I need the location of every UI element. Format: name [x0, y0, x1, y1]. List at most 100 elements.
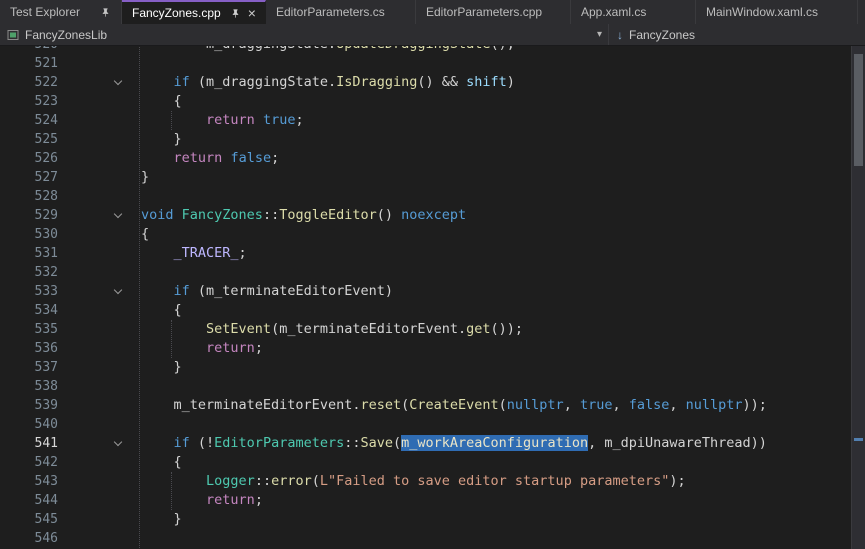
code-token: ; — [295, 112, 303, 128]
code-token: :: — [344, 435, 360, 451]
code-line-520[interactable]: 520 m_draggingState.UpdateDraggingState(… — [0, 46, 851, 54]
fold-chevron-icon[interactable] — [114, 210, 122, 218]
selected-token: m_workAreaConfiguration — [401, 435, 588, 451]
code-text: if (m_terminateEditorEvent) — [141, 282, 851, 301]
project-dropdown-label: FancyZonesLib — [25, 28, 107, 42]
fold-column[interactable] — [58, 434, 141, 453]
fold-column[interactable] — [58, 73, 141, 92]
line-number: 536 — [0, 339, 58, 358]
code-token: ( — [271, 321, 279, 337]
line-number: 545 — [0, 510, 58, 529]
code-line-545[interactable]: 545 } — [0, 510, 851, 529]
code-token: { — [141, 93, 182, 109]
fold-column — [58, 92, 141, 111]
fold-chevron-icon[interactable] — [114, 77, 122, 85]
code-line-539[interactable]: 539 m_terminateEditorEvent.reset(CreateE… — [0, 396, 851, 415]
code-token: if — [174, 283, 190, 299]
close-icon[interactable]: × — [248, 7, 256, 19]
tab-mainwindow-xaml-cs[interactable]: MainWindow.xaml.cs — [696, 0, 858, 24]
code-line-531[interactable]: 531 _TRACER_; — [0, 244, 851, 263]
code-line-537[interactable]: 537 } — [0, 358, 851, 377]
code-token: :: — [263, 207, 279, 223]
code-line-524[interactable]: 524 return true; — [0, 111, 851, 130]
code-line-533[interactable]: 533 if (m_terminateEditorEvent) — [0, 282, 851, 301]
line-number: 537 — [0, 358, 58, 377]
code-text — [141, 54, 851, 73]
tab-app-xaml-cs[interactable]: App.xaml.cs — [571, 0, 696, 24]
code-token — [141, 112, 206, 128]
code-editor[interactable]: 520 m_draggingState.UpdateDraggingState(… — [0, 46, 851, 549]
code-token: , — [612, 397, 628, 413]
code-token — [141, 435, 174, 451]
code-line-528[interactable]: 528 — [0, 187, 851, 206]
line-number: 543 — [0, 472, 58, 491]
code-line-543[interactable]: 543 Logger::error(L"Failed to save edito… — [0, 472, 851, 491]
code-text: return; — [141, 339, 851, 358]
code-token: if — [174, 435, 190, 451]
code-text: } — [141, 358, 851, 377]
tab-editorparameters-cpp[interactable]: EditorParameters.cpp — [416, 0, 571, 24]
code-line-522[interactable]: 522 if (m_draggingState.IsDragging() && … — [0, 73, 851, 92]
fold-column — [58, 472, 141, 491]
tab-label: MainWindow.xaml.cs — [706, 5, 818, 19]
line-number: 538 — [0, 377, 58, 396]
code-line-546[interactable]: 546 — [0, 529, 851, 548]
code-token: ( — [499, 397, 507, 413]
code-token — [141, 473, 206, 489]
code-line-529[interactable]: 529void FancyZones::ToggleEditor() noexc… — [0, 206, 851, 225]
fold-column — [58, 130, 141, 149]
code-line-541[interactable]: 541 if (!EditorParameters::Save(m_workAr… — [0, 434, 851, 453]
code-token: )); — [743, 397, 767, 413]
scope-dropdown[interactable]: ↓ FancyZones — [609, 24, 865, 45]
vertical-scrollbar[interactable] — [851, 46, 865, 549]
scope-dropdown-label: FancyZones — [629, 28, 695, 42]
code-text: void FancyZones::ToggleEditor() noexcept — [141, 206, 851, 225]
code-line-523[interactable]: 523 { — [0, 92, 851, 111]
code-line-530[interactable]: 530{ — [0, 225, 851, 244]
code-token: L"Failed to save editor startup paramete… — [320, 473, 670, 489]
pin-icon[interactable] — [230, 8, 241, 19]
code-text: m_terminateEditorEvent.reset(CreateEvent… — [141, 396, 851, 415]
code-token: get — [466, 321, 490, 337]
code-line-525[interactable]: 525 } — [0, 130, 851, 149]
fold-chevron-icon[interactable] — [114, 286, 122, 294]
code-text: if (m_draggingState.IsDragging() && shif… — [141, 73, 851, 92]
fold-chevron-icon[interactable] — [114, 438, 122, 446]
code-token: ; — [239, 245, 247, 261]
tab-test-explorer[interactable]: Test Explorer — [0, 0, 122, 24]
code-line-540[interactable]: 540 — [0, 415, 851, 434]
code-line-534[interactable]: 534 { — [0, 301, 851, 320]
code-line-542[interactable]: 542 { — [0, 453, 851, 472]
code-token: } — [141, 511, 182, 527]
line-number: 546 — [0, 529, 58, 548]
line-number: 520 — [0, 46, 58, 54]
code-token: return — [206, 340, 255, 356]
fold-column — [58, 320, 141, 339]
fold-column — [58, 510, 141, 529]
pin-icon[interactable] — [100, 7, 111, 18]
code-line-536[interactable]: 536 return; — [0, 339, 851, 358]
project-dropdown[interactable]: FancyZonesLib ▾ — [0, 24, 608, 45]
code-line-526[interactable]: 526 return false; — [0, 149, 851, 168]
code-line-538[interactable]: 538 — [0, 377, 851, 396]
scrollbar-thumb[interactable] — [854, 54, 863, 166]
code-line-527[interactable]: 527} — [0, 168, 851, 187]
code-text — [141, 415, 851, 434]
code-token: { — [141, 454, 182, 470]
line-number: 522 — [0, 73, 58, 92]
code-line-521[interactable]: 521 — [0, 54, 851, 73]
code-token — [141, 283, 174, 299]
tab-fancyzones-cpp[interactable]: FancyZones.cpp × — [122, 0, 266, 24]
code-line-532[interactable]: 532 — [0, 263, 851, 282]
code-token: ); — [669, 473, 685, 489]
code-token — [141, 74, 174, 90]
tab-editorparameters-cs[interactable]: EditorParameters.cs — [266, 0, 416, 24]
code-token: Logger — [206, 473, 255, 489]
code-text: { — [141, 225, 851, 244]
fold-column[interactable] — [58, 282, 141, 301]
code-line-535[interactable]: 535 SetEvent(m_terminateEditorEvent.get(… — [0, 320, 851, 339]
code-line-544[interactable]: 544 return; — [0, 491, 851, 510]
fold-column[interactable] — [58, 206, 141, 225]
code-token: ) — [507, 74, 515, 90]
line-number: 525 — [0, 130, 58, 149]
